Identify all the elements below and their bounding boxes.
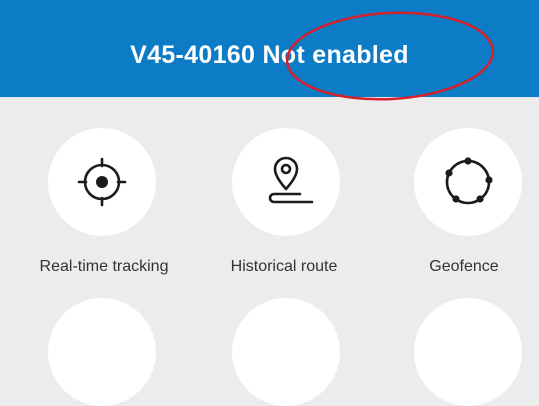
realtime-tracking-label: Real-time tracking bbox=[39, 258, 169, 275]
crosshair-icon bbox=[77, 157, 127, 207]
geofence-item[interactable]: Geofence bbox=[374, 128, 539, 288]
historical-route-button[interactable] bbox=[232, 128, 340, 236]
feature-button-partial[interactable] bbox=[48, 298, 156, 406]
historical-route-item[interactable]: Historical route bbox=[194, 128, 374, 288]
geofence-icon bbox=[445, 157, 493, 205]
device-status-title: V45-40160 Not enabled bbox=[130, 41, 409, 69]
route-pin-icon bbox=[268, 156, 314, 204]
realtime-tracking-button[interactable] bbox=[48, 128, 156, 236]
app-header: V45-40160 Not enabled bbox=[0, 0, 539, 97]
geofence-label: Geofence bbox=[429, 258, 499, 275]
realtime-tracking-item[interactable]: Real-time tracking bbox=[14, 128, 194, 288]
feature-button-partial[interactable] bbox=[232, 298, 340, 406]
geofence-button[interactable] bbox=[414, 128, 522, 236]
historical-route-label: Historical route bbox=[230, 258, 338, 275]
feature-button-partial[interactable] bbox=[414, 298, 522, 406]
